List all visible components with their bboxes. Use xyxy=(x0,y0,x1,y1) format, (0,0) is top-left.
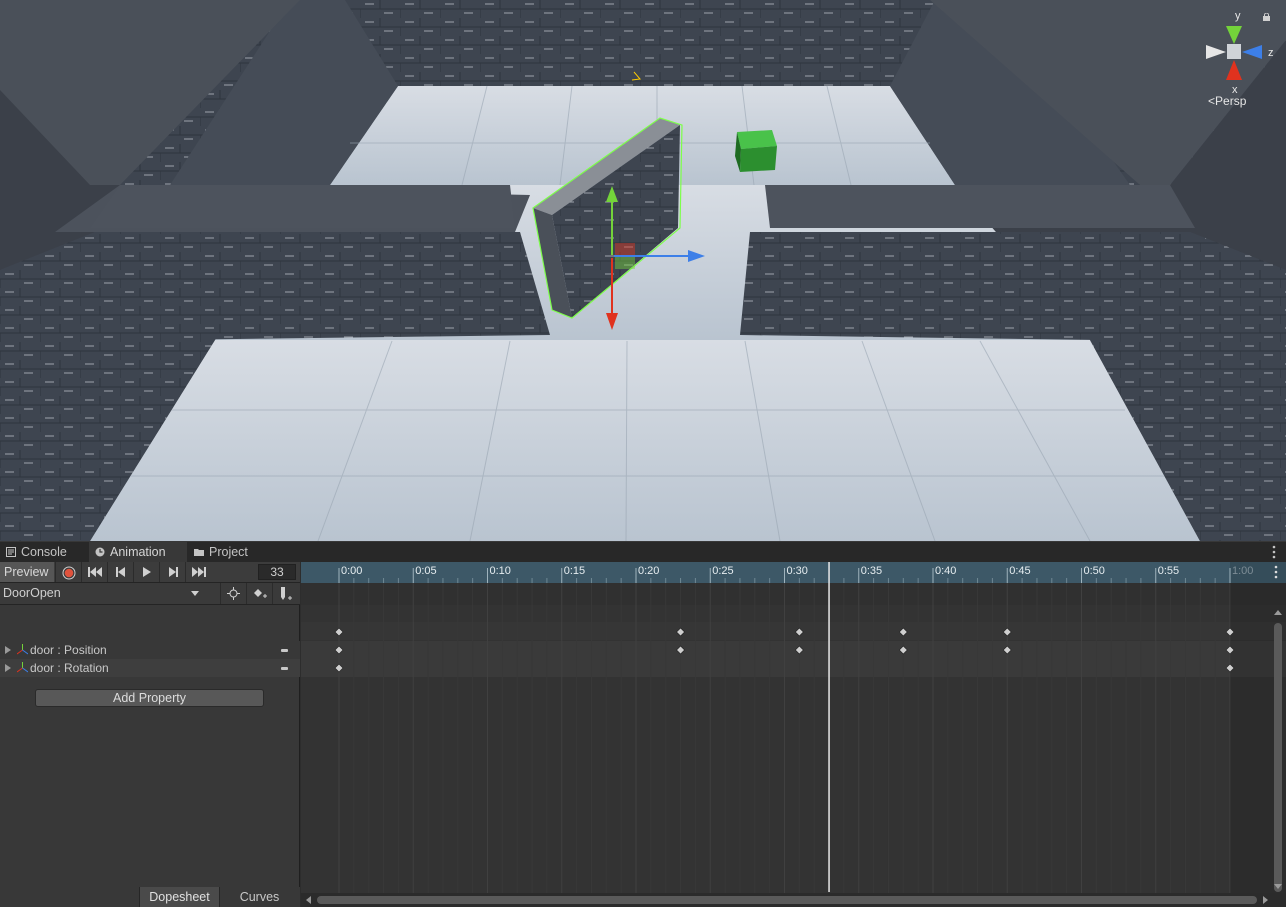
panel-menu-icon[interactable] xyxy=(1272,545,1276,559)
play-button[interactable] xyxy=(133,562,159,582)
clip-name: DoorOpen xyxy=(3,586,61,600)
crosshair-icon xyxy=(227,587,240,600)
ruler-menu-icon[interactable] xyxy=(1274,575,1278,579)
add-event-button[interactable] xyxy=(272,583,300,604)
lock-icon[interactable] xyxy=(1262,13,1271,21)
add-keyframe-snap-button[interactable] xyxy=(220,583,246,604)
tab-animation[interactable]: Animation xyxy=(89,542,187,562)
transform-icon xyxy=(17,662,28,673)
expand-triangle-icon[interactable] xyxy=(5,646,11,654)
next-key-button[interactable] xyxy=(159,562,185,582)
dopesheet-row-summary[interactable] xyxy=(301,622,1286,640)
dopesheet-grid[interactable] xyxy=(301,562,1286,907)
record-button[interactable] xyxy=(55,562,81,582)
add-keyframe-icon xyxy=(254,589,267,598)
playback-toolbar: Preview 33 xyxy=(0,562,300,583)
tab-console[interactable]: Console xyxy=(0,542,88,562)
clip-bar: DoorOpen xyxy=(0,583,300,605)
view-mode-bar: Dopesheet Curves xyxy=(0,887,300,907)
last-key-button[interactable] xyxy=(185,562,211,582)
clip-dropdown[interactable]: DoorOpen xyxy=(0,583,205,604)
dopesheet-row-rotation[interactable] xyxy=(301,659,1286,677)
projection-toggle[interactable]: <Persp xyxy=(1208,94,1246,108)
near-floor xyxy=(90,340,1200,541)
dopesheet-row-position[interactable] xyxy=(301,641,1286,659)
property-row-position[interactable]: door : Position xyxy=(0,641,300,659)
panel-tabbar: Console Animation Project xyxy=(0,542,1286,562)
green-cube[interactable] xyxy=(735,130,777,172)
property-label-rotation: door : Rotation xyxy=(30,661,109,675)
prev-key-button[interactable] xyxy=(107,562,133,582)
current-frame-field[interactable]: 33 xyxy=(258,564,296,580)
last-key-icon xyxy=(192,567,206,577)
preview-button[interactable]: Preview xyxy=(0,562,54,582)
transform-icon xyxy=(17,644,28,655)
property-pane: Preview 33 DoorOpen door: Position door… xyxy=(0,562,300,907)
clock-icon xyxy=(95,547,105,557)
first-key-icon xyxy=(88,567,102,577)
add-property-button[interactable]: Add Property xyxy=(35,689,264,707)
scene-view[interactable]: y z x <Persp xyxy=(0,0,1286,541)
horizontal-scrollbar-thumb[interactable] xyxy=(317,896,1257,904)
first-key-button[interactable] xyxy=(81,562,107,582)
animation-panel: Console Animation Project Preview 33 Doo… xyxy=(0,542,1286,907)
ruler-menu-icon[interactable] xyxy=(1274,565,1278,569)
ruler-underbar xyxy=(301,583,1286,605)
tab-project[interactable]: Project xyxy=(188,542,268,562)
gizmo-z-label: z xyxy=(1268,47,1274,59)
wall-top-right xyxy=(765,185,1195,228)
tab-project-label: Project xyxy=(209,545,248,559)
wall-top-left xyxy=(90,185,515,228)
next-key-icon xyxy=(169,567,178,577)
property-label-position: door : Position xyxy=(30,643,107,657)
projection-label: Persp xyxy=(1215,94,1247,108)
play-icon xyxy=(143,567,151,577)
scene-viewport[interactable]: y z x xyxy=(0,0,1286,541)
tab-console-label: Console xyxy=(21,545,67,559)
tab-animation-label: Animation xyxy=(110,545,166,559)
property-remove-icon[interactable] xyxy=(281,649,288,652)
prev-key-icon xyxy=(116,567,125,577)
add-keyframe-button[interactable] xyxy=(246,583,272,604)
timeline-area[interactable]: 0:00 0:05 0:10 0:15 0:20 0:25 0:30 0:35 0:40 0:45… xyxy=(301,562,1286,907)
record-icon xyxy=(62,566,76,580)
curves-button[interactable]: Curves xyxy=(219,887,299,907)
ruler-menu-icon[interactable] xyxy=(1274,570,1278,574)
vertical-scrollbar-thumb[interactable] xyxy=(1274,623,1282,892)
expand-triangle-icon[interactable] xyxy=(5,664,11,672)
add-event-icon xyxy=(281,587,292,600)
dopesheet-button[interactable]: Dopesheet xyxy=(139,887,219,907)
property-remove-icon[interactable] xyxy=(281,667,288,670)
folder-icon xyxy=(194,549,204,556)
console-icon xyxy=(6,547,16,557)
chevron-down-icon xyxy=(191,591,199,596)
property-row-rotation[interactable]: door : Rotation xyxy=(0,659,300,677)
gizmo-y-label: y xyxy=(1235,10,1241,22)
